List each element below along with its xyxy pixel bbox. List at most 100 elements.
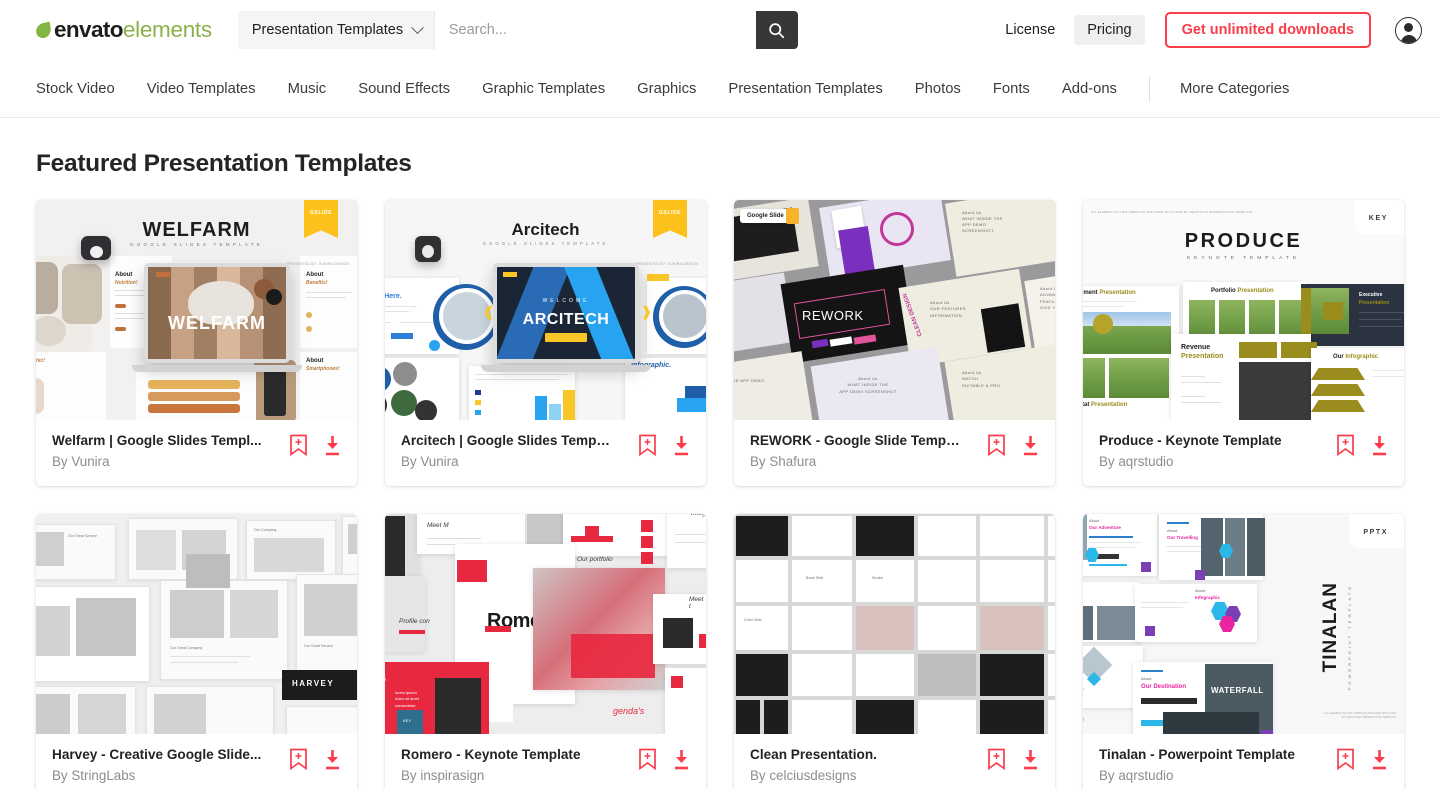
download-icon[interactable] [671, 748, 692, 771]
template-card[interactable]: Our Great Service Our Company Harvey Our… [36, 514, 357, 789]
download-icon[interactable] [322, 434, 343, 457]
card-thumbnail: Our Great Service Our Company Harvey Our… [36, 514, 357, 734]
search-button[interactable] [755, 11, 798, 49]
google-slide-tag: Google Slide [740, 209, 791, 223]
card-author[interactable]: By aqrstudio [1099, 768, 1295, 783]
search-input[interactable] [433, 11, 756, 49]
template-card[interactable]: ALL ELEMENT ON THIS TEMPLATE ARE MADE WI… [1083, 200, 1404, 486]
nav-item-graphic-templates[interactable]: Graphic Templates [482, 81, 605, 97]
badge-label: PPTX [1363, 529, 1388, 536]
card-author[interactable]: By Vunira [52, 454, 262, 469]
bookmark-plus-icon[interactable] [987, 748, 1006, 771]
card-author[interactable]: By aqrstudio [1099, 454, 1282, 469]
bookmark-plus-icon[interactable] [289, 434, 308, 457]
template-card[interactable]: Meet M Our portfolio Infog Romero [385, 514, 706, 789]
card-text: Clean Presentation. By celciusdesigns [750, 744, 877, 783]
thumb-hero-sub: GOOGLE SLIDES TEMPLATE [482, 241, 609, 246]
card-author[interactable]: By Shafura [750, 454, 960, 469]
template-card[interactable]: About Our Adventure About Our Travelling [1083, 514, 1404, 789]
nav-item-sound-effects[interactable]: Sound Effects [358, 81, 450, 97]
thumb-hero-sub: KEYNOTE TEMPLATE [1186, 256, 1301, 261]
bookmark-plus-icon[interactable] [987, 434, 1006, 457]
nav-item-photos[interactable]: Photos [915, 81, 961, 97]
bookmark-plus-icon[interactable] [638, 748, 657, 771]
download-icon[interactable] [1020, 748, 1041, 771]
card-author[interactable]: By Vunira [401, 454, 611, 469]
nav-item-video-templates[interactable]: Video Templates [147, 81, 256, 97]
download-icon[interactable] [322, 748, 343, 771]
nav-item-more-categories[interactable]: More Categories [1180, 81, 1289, 97]
thumb-hero-sub: POWERPOINT TEMPLATE [1347, 584, 1352, 691]
nav-item-graphics[interactable]: Graphics [637, 81, 696, 97]
card-footer: Romero - Keynote Template By inspirasign [385, 734, 706, 789]
nav-item-add-ons[interactable]: Add-ons [1062, 81, 1117, 97]
download-icon[interactable] [671, 434, 692, 457]
card-actions [638, 744, 692, 771]
thumb-hero-title: PRODUCE [1184, 230, 1303, 252]
category-select[interactable]: Presentation Templates [237, 11, 434, 49]
download-icon[interactable] [1369, 748, 1390, 771]
search-icon [769, 22, 785, 38]
card-title[interactable]: Arcitech | Google Slides Templ... [401, 432, 611, 450]
card-text: Tinalan - Powerpoint Template By aqrstud… [1099, 744, 1295, 783]
card-thumbnail: Break Slide Section Cover Slide [734, 514, 1055, 734]
template-card[interactable]: Culture Section Here. [385, 200, 706, 486]
card-thumbnail: ALL ELEMENT ON THIS TEMPLATE ARE MADE WI… [1083, 200, 1404, 420]
download-icon[interactable] [1020, 434, 1041, 457]
card-footer: Produce - Keynote Template By aqrstudio [1083, 420, 1404, 486]
card-footer: Harvey - Creative Google Slide... By Str… [36, 734, 357, 789]
card-author[interactable]: By StringLabs [52, 768, 261, 783]
card-thumbnail: Meet M Our portfolio Infog Romero [385, 514, 706, 734]
bookmark-plus-icon[interactable] [1336, 748, 1355, 771]
badge-key: KEY [1354, 200, 1404, 234]
template-card[interactable]: Break Slide Section Cover Slide Clean Pr… [734, 514, 1055, 789]
template-card[interactable]: About Us WHAT INSIDE THE APP DEMO SCREENSHO… [734, 200, 1055, 486]
card-actions [1336, 430, 1390, 457]
template-card[interactable]: Nutrition! About About Benefits! Infogra… [36, 200, 357, 486]
google-slide-icon [786, 208, 799, 224]
card-title[interactable]: REWORK - Google Slide Templ... [750, 432, 960, 450]
card-footer: Tinalan - Powerpoint Template By aqrstud… [1083, 734, 1404, 789]
nav-item-stock-video[interactable]: Stock Video [36, 81, 115, 97]
card-text: Produce - Keynote Template By aqrstudio [1099, 430, 1282, 469]
nav-item-fonts[interactable]: Fonts [993, 81, 1030, 97]
nav-divider [1148, 75, 1150, 102]
pricing-link[interactable]: Pricing [1074, 15, 1145, 45]
get-unlimited-downloads-button[interactable]: Get unlimited downloads [1164, 12, 1371, 48]
card-title[interactable]: Produce - Keynote Template [1099, 432, 1282, 450]
thumb-inner-word: WATERFALL [1211, 686, 1264, 695]
card-title[interactable]: Tinalan - Powerpoint Template [1099, 746, 1295, 764]
bookmark-plus-icon[interactable] [638, 434, 657, 457]
category-select-value: Presentation Templates [251, 22, 404, 38]
card-title[interactable]: Harvey - Creative Google Slide... [52, 746, 261, 764]
badge-label: KEY [1368, 215, 1388, 222]
card-footer: Arcitech | Google Slides Templ... By Vun… [385, 420, 706, 486]
bookmark-plus-icon[interactable] [289, 748, 308, 771]
download-icon[interactable] [1369, 434, 1390, 457]
thumb-inner-word: ARCITECH [522, 311, 610, 328]
card-text: Harvey - Creative Google Slide... By Str… [52, 744, 261, 783]
account-avatar[interactable] [1395, 16, 1422, 44]
thumb-credit: PRESENTED BY: VUNIRA DESIGN [287, 262, 349, 266]
thumb-hero-sub: GOOGLE SLIDES TEMPLATE [129, 242, 264, 247]
nav-item-music[interactable]: Music [288, 81, 327, 97]
card-actions [987, 430, 1041, 457]
header-actions: License Pricing Get unlimited downloads [992, 12, 1422, 48]
envato-elements-logo[interactable]: envato elements [34, 17, 212, 43]
nav-item-presentation-templates[interactable]: Presentation Templates [728, 81, 882, 97]
card-author[interactable]: By celciusdesigns [750, 768, 877, 783]
card-title[interactable]: Clean Presentation. [750, 746, 877, 764]
card-footer: Clean Presentation. By celciusdesigns [734, 734, 1055, 789]
leaf-icon [34, 21, 53, 39]
license-link[interactable]: License [992, 15, 1068, 45]
card-author[interactable]: By inspirasign [401, 768, 581, 783]
category-nav: Stock Video Video Templates Music Sound … [0, 60, 1440, 118]
card-title[interactable]: Welfarm | Google Slides Templ... [52, 432, 262, 450]
thumb-topline: ALL ELEMENT ON THIS TEMPLATE ARE MADE WI… [1091, 210, 1253, 214]
card-title[interactable]: Romero - Keynote Template [401, 746, 581, 764]
user-avatar-icon [1400, 34, 1417, 43]
bookmark-plus-icon[interactable] [1336, 434, 1355, 457]
template-grid: Nutrition! About About Benefits! Infogra… [36, 200, 1404, 789]
site-header: envatoelements Presentation Templates Li… [0, 0, 1440, 60]
thumb-credit: PRESENTED BY: VUNIRA DESIGN [636, 262, 698, 266]
